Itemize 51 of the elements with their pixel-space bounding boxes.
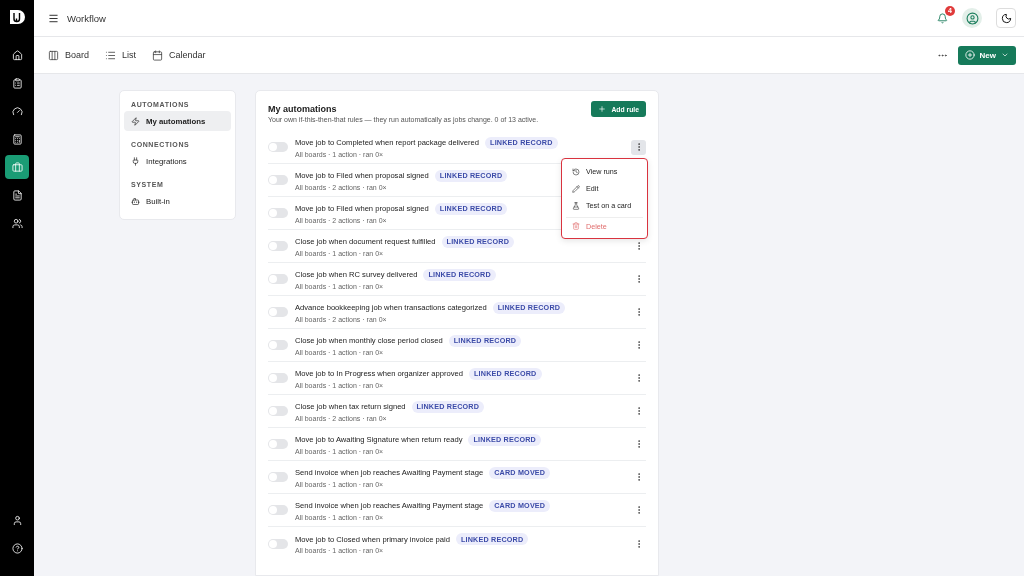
- pencil-icon: [572, 184, 580, 193]
- home-icon: [11, 49, 23, 61]
- more-options-button[interactable]: [631, 139, 646, 155]
- view-tab[interactable]: Calendar: [144, 49, 214, 61]
- toggle-switch[interactable]: [268, 505, 288, 515]
- trash-icon: [572, 222, 580, 230]
- new-button[interactable]: New: [957, 45, 1016, 65]
- view-tab[interactable]: List: [97, 49, 145, 61]
- toggle-switch[interactable]: [268, 142, 288, 152]
- robot-icon: [131, 196, 140, 206]
- chevron-down-icon: [1001, 51, 1009, 59]
- avatar-button[interactable]: [962, 8, 982, 28]
- moon-icon: [1000, 12, 1012, 24]
- nav-button[interactable]: [5, 155, 29, 179]
- toggle-switch[interactable]: [268, 274, 288, 284]
- plug-icon: [131, 156, 140, 166]
- toggle-switch[interactable]: [268, 406, 288, 416]
- page-title: Workflow: [67, 12, 106, 24]
- toggle-switch[interactable]: [268, 538, 288, 549]
- toggle-switch[interactable]: [268, 307, 288, 317]
- card-title: My automations: [268, 104, 338, 114]
- calculator-icon: [11, 133, 23, 145]
- toggle-switch[interactable]: [268, 439, 288, 449]
- toggle-switch[interactable]: [268, 373, 288, 383]
- toggle-switch[interactable]: [268, 472, 288, 482]
- user-icon: [11, 514, 23, 526]
- bell-icon: [937, 12, 948, 24]
- clipboard-icon: [11, 77, 23, 89]
- list-icon: [105, 49, 117, 61]
- toggle-switch[interactable]: [268, 175, 288, 185]
- notifications-button[interactable]: [937, 12, 948, 24]
- toggle-switch[interactable]: [268, 340, 288, 350]
- calendar-icon: [152, 49, 164, 61]
- theme-toggle-button[interactable]: [996, 8, 1016, 28]
- user-circle-icon: [965, 11, 979, 25]
- view-tab[interactable]: Board: [40, 49, 98, 61]
- toggle-switch[interactable]: [268, 208, 288, 218]
- document-icon: [11, 189, 23, 201]
- briefcase-icon: [11, 161, 23, 173]
- users-icon: [11, 217, 23, 229]
- flask-icon: [572, 201, 580, 210]
- history-icon: [572, 167, 580, 176]
- toggle-switch[interactable]: [268, 241, 288, 251]
- gauge-icon: [11, 105, 23, 117]
- plus-circle-icon: [964, 50, 975, 60]
- logo-icon: [8, 8, 26, 26]
- lightning-icon: [131, 116, 140, 126]
- menu-icon[interactable]: [48, 12, 59, 24]
- plus-icon: [598, 105, 607, 113]
- help-icon: [11, 542, 23, 554]
- board-icon: [48, 49, 59, 61]
